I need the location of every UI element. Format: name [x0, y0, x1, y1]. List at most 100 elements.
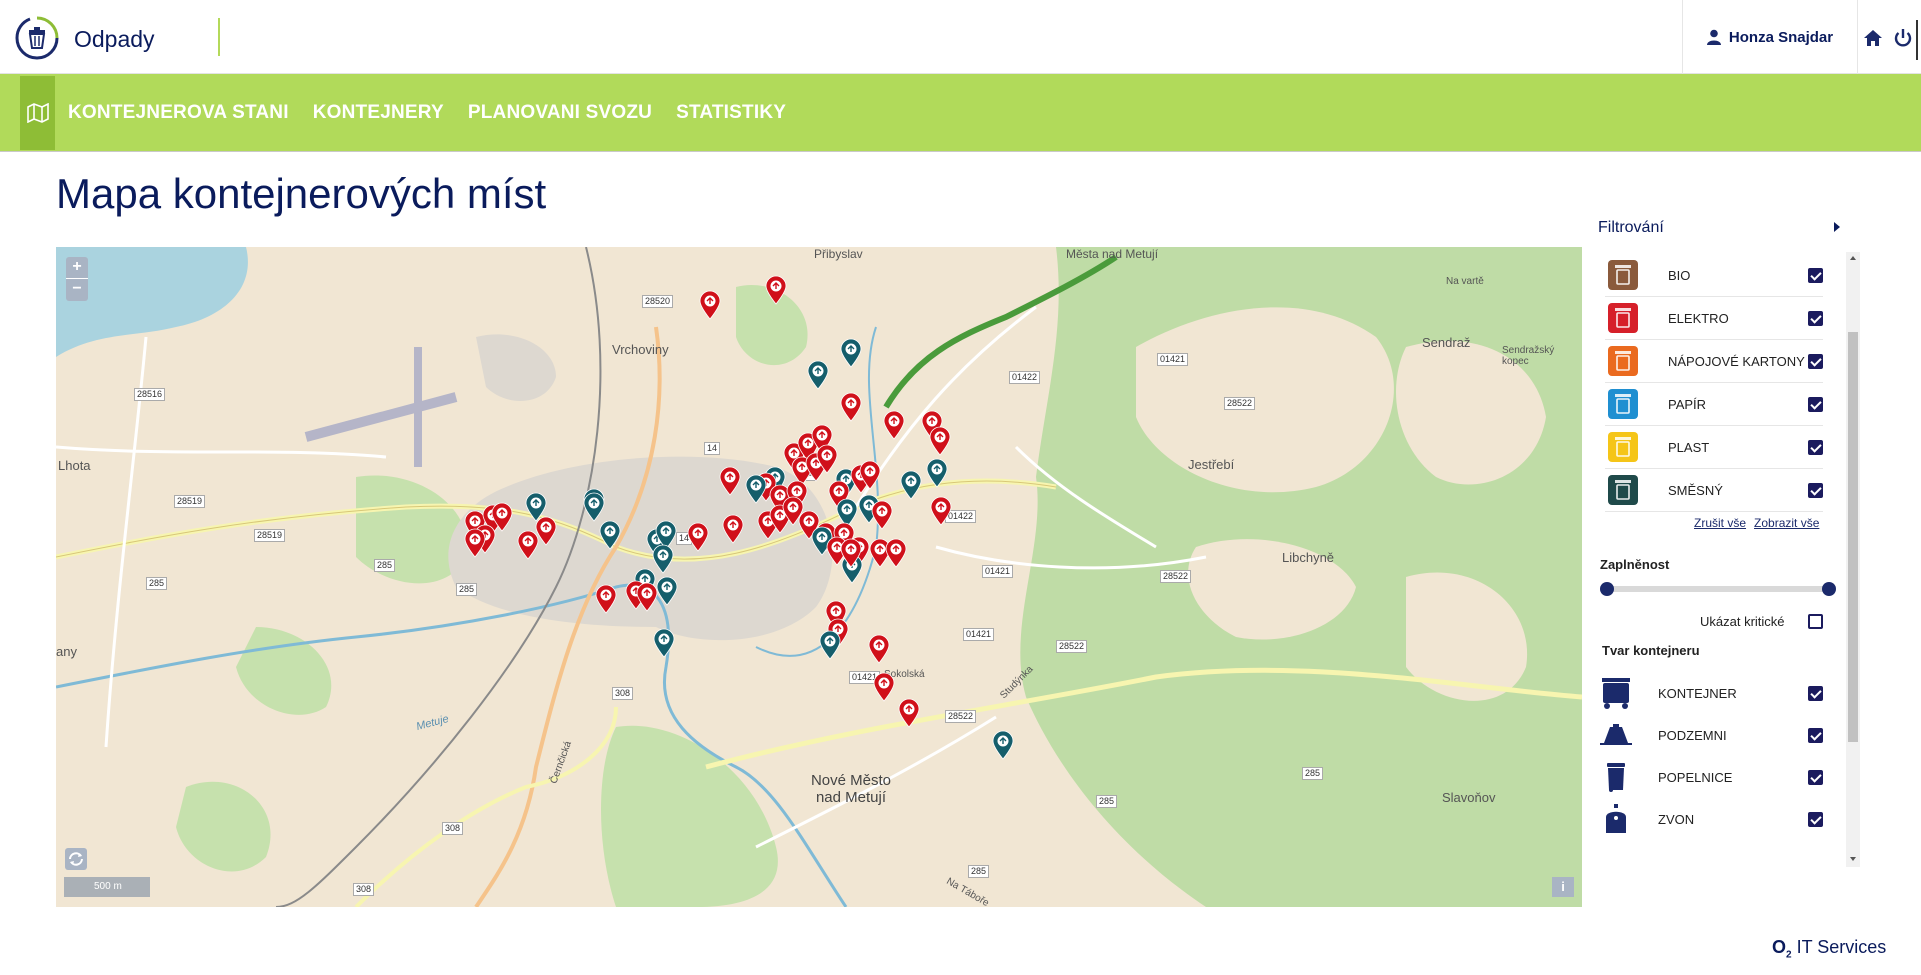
map-pins-layer — [464, 275, 1014, 760]
brand-o2: O — [1772, 937, 1787, 957]
waste-type-checkbox[interactable] — [1808, 354, 1823, 369]
refresh-button[interactable] — [65, 848, 87, 870]
filter-title[interactable]: Filtrování — [1598, 219, 1664, 237]
container-pin-red[interactable] — [722, 514, 744, 544]
scroll-up-icon[interactable] — [1850, 256, 1856, 260]
container-pin-red[interactable] — [719, 466, 741, 496]
fullness-max-handle[interactable] — [1822, 582, 1836, 596]
container-pin-red[interactable] — [840, 392, 862, 422]
waste-type-row[interactable]: SMĚSNÝ — [1605, 469, 1823, 512]
caret-right-icon[interactable] — [1834, 222, 1840, 232]
user-icon — [1706, 29, 1721, 45]
shape-row[interactable]: PODZEMNI — [1598, 714, 1838, 756]
nav-kontejnerova-stani[interactable]: KONTEJNEROVA STANI — [68, 102, 289, 124]
container-pin-teal[interactable] — [745, 474, 767, 504]
power-icon[interactable] — [1892, 27, 1914, 49]
waste-type-checkbox[interactable] — [1808, 268, 1823, 283]
waste-type-checkbox[interactable] — [1808, 440, 1823, 455]
map-icon — [26, 103, 49, 123]
shape-checkbox[interactable] — [1808, 728, 1823, 743]
cancel-all-link[interactable]: Zrušit vše — [1694, 516, 1746, 530]
shape-row[interactable]: KONTEJNER — [1598, 672, 1838, 714]
container-pin-red[interactable] — [699, 290, 721, 320]
container-pin-teal[interactable] — [807, 360, 829, 390]
container-pin-teal[interactable] — [652, 544, 674, 574]
nav-kontejnery[interactable]: KONTEJNERY — [313, 102, 444, 124]
container-pin-teal[interactable] — [525, 492, 547, 522]
filter-links: Zrušit vše Zobrazit vše — [1694, 516, 1819, 530]
waste-type-row[interactable]: ELEKTRO — [1605, 297, 1823, 340]
waste-type-checkbox[interactable] — [1808, 397, 1823, 412]
container-pin-teal[interactable] — [840, 338, 862, 368]
fullness-slider[interactable] — [1600, 582, 1836, 596]
shape-row[interactable]: POPELNICE — [1598, 756, 1838, 798]
zoom-control: + − — [66, 257, 88, 301]
container-pin-red[interactable] — [930, 496, 952, 526]
shape-label: PODZEMNI — [1658, 727, 1727, 743]
container-pin-teal[interactable] — [992, 730, 1014, 760]
shape-row[interactable]: ZVON — [1598, 798, 1838, 840]
map-info-button[interactable]: i — [1552, 877, 1574, 897]
container-pin-teal[interactable] — [819, 630, 841, 660]
zoom-out-button[interactable]: − — [66, 279, 88, 301]
scroll-down-icon[interactable] — [1850, 857, 1856, 861]
container-pin-red[interactable] — [929, 426, 951, 456]
logo-icon — [15, 16, 59, 60]
waste-type-checkbox[interactable] — [1808, 483, 1823, 498]
mixed-bin-icon — [1608, 475, 1638, 505]
filter-scrollbar[interactable] — [1846, 252, 1860, 867]
show-all-link[interactable]: Zobrazit vše — [1754, 516, 1819, 530]
map-view[interactable]: Vrchoviny Přibyslav Města nad Metují Na … — [56, 247, 1582, 907]
container-pin-red[interactable] — [687, 522, 709, 552]
container-pin-teal[interactable] — [583, 492, 605, 522]
waste-type-row[interactable]: PLAST — [1605, 426, 1823, 469]
container-pin-red[interactable] — [636, 582, 658, 612]
fullness-min-handle[interactable] — [1600, 582, 1614, 596]
scrollbar-thumb[interactable] — [1848, 332, 1858, 742]
shape-label: POPELNICE — [1658, 769, 1733, 785]
waste-type-label: SMĚSNÝ — [1668, 482, 1723, 498]
container-pin-teal[interactable] — [656, 576, 678, 606]
shape-checkbox[interactable] — [1808, 812, 1823, 827]
app-name[interactable]: Odpady — [74, 26, 155, 53]
waste-type-row[interactable]: PAPÍR — [1605, 383, 1823, 426]
brand-sub: 2 — [1786, 949, 1792, 961]
waste-type-row[interactable]: BIO — [1605, 254, 1823, 297]
shape-section-label: Tvar kontejneru — [1602, 643, 1700, 658]
shape-checkbox[interactable] — [1808, 686, 1823, 701]
container-pin-teal[interactable] — [836, 498, 858, 528]
container-pin-red[interactable] — [595, 584, 617, 614]
bell-icon — [1598, 801, 1634, 837]
user-menu[interactable]: Honza Snajdar — [1682, 0, 1858, 74]
waste-type-row[interactable]: NÁPOJOVÉ KARTONY — [1605, 340, 1823, 383]
page-title: Mapa kontejnerových míst — [56, 170, 547, 217]
nav-planovani-svozu[interactable]: PLANOVANI SVOZU — [468, 102, 652, 124]
container-pin-red[interactable] — [873, 672, 895, 702]
show-critical-checkbox[interactable] — [1808, 614, 1823, 629]
elektro-bin-icon — [1608, 303, 1638, 333]
container-pin-red[interactable] — [517, 530, 539, 560]
nav-statistiky[interactable]: STATISTIKY — [676, 102, 786, 124]
container-pin-red[interactable] — [464, 528, 486, 558]
paper-bin-icon — [1608, 389, 1638, 419]
zoom-in-button[interactable]: + — [66, 257, 88, 279]
container-pin-teal[interactable] — [900, 470, 922, 500]
nav-map-button[interactable] — [20, 76, 55, 150]
container-pin-red[interactable] — [898, 698, 920, 728]
shape-checkbox[interactable] — [1808, 770, 1823, 785]
container-pin-teal[interactable] — [599, 520, 621, 550]
underground-icon — [1598, 717, 1634, 753]
container-pin-red[interactable] — [871, 500, 893, 530]
waste-type-checkbox[interactable] — [1808, 311, 1823, 326]
container-pin-teal[interactable] — [653, 628, 675, 658]
container-pin-red[interactable] — [883, 410, 905, 440]
container-pin-red[interactable] — [765, 275, 787, 305]
container-pin-red[interactable] — [868, 634, 890, 664]
container-pin-red[interactable] — [535, 516, 557, 546]
container-pin-teal[interactable] — [926, 458, 948, 488]
plastic-bin-icon — [1608, 432, 1638, 462]
home-icon[interactable] — [1862, 27, 1884, 49]
bin-icon — [1598, 759, 1634, 795]
container-pin-red[interactable] — [885, 538, 907, 568]
fullness-label: Zaplněnost — [1600, 557, 1670, 572]
